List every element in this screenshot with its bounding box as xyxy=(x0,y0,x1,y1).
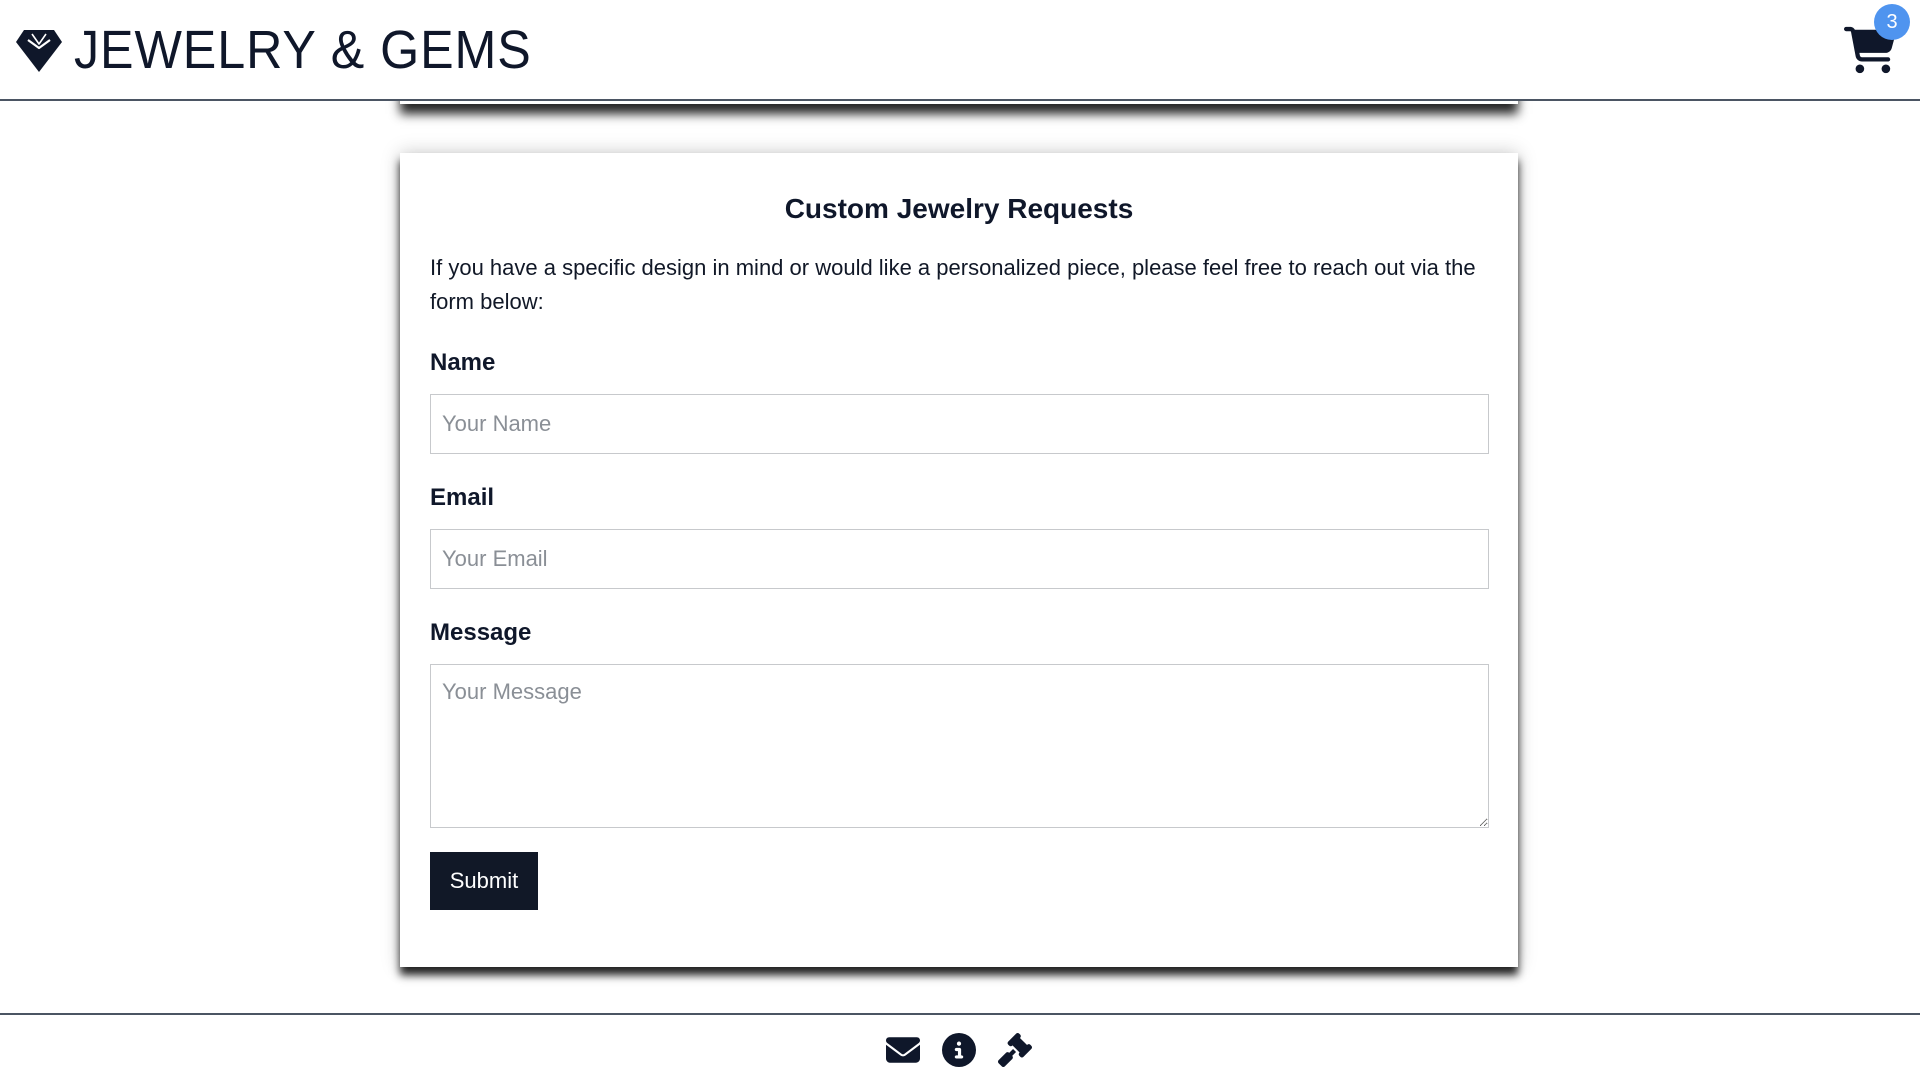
name-field[interactable] xyxy=(430,394,1489,454)
email-label: Email xyxy=(430,484,495,511)
brand-logo-link[interactable]: JEWELRY & GEMS xyxy=(16,20,566,80)
cart-button[interactable]: 3 xyxy=(1844,4,1910,78)
footer-icon-links xyxy=(886,1033,1032,1067)
cart-count-badge: 3 xyxy=(1874,4,1910,40)
brand-title: JEWELRY & GEMS xyxy=(74,20,532,80)
envelope-icon[interactable] xyxy=(886,1033,920,1067)
intro-text: If you have a specific design in mind or… xyxy=(430,255,1476,314)
message-field[interactable] xyxy=(430,664,1489,828)
site-footer xyxy=(0,1013,1920,1080)
custom-request-card: Custom Jewelry Requests If you have a sp… xyxy=(400,153,1518,967)
gem-icon xyxy=(16,30,62,72)
email-field[interactable] xyxy=(430,529,1489,589)
name-label: Name xyxy=(430,349,496,376)
message-label: Message xyxy=(430,619,532,646)
site-header: JEWELRY & GEMS 3 xyxy=(0,0,1920,101)
info-icon[interactable] xyxy=(942,1033,976,1067)
submit-button[interactable]: Submit xyxy=(430,852,538,910)
gavel-icon[interactable] xyxy=(998,1033,1032,1067)
page-title: Custom Jewelry Requests xyxy=(784,193,1134,224)
